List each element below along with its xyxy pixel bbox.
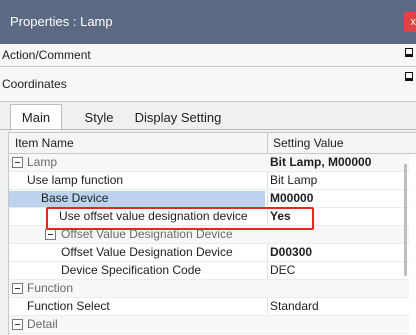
collapse-icon[interactable]: [45, 229, 56, 240]
expand-icon[interactable]: [405, 72, 413, 81]
column-header-item-name: Item Name: [15, 136, 74, 150]
row-name: Function Select: [27, 299, 110, 313]
collapse-icon[interactable]: [12, 157, 23, 168]
section-label: Action/Comment: [2, 48, 91, 62]
vertical-scrollbar[interactable]: [404, 164, 407, 276]
property-grid: Item Name Setting Value Lamp Bit Lamp, M…: [8, 132, 416, 335]
row-value[interactable]: Bit Lamp: [270, 173, 317, 187]
section-coordinates[interactable]: Coordinates: [0, 67, 416, 102]
tab-style[interactable]: Style: [68, 105, 130, 130]
expand-icon[interactable]: [405, 48, 413, 57]
tab-bar: Main Style Display Setting: [0, 102, 416, 131]
tab-main[interactable]: Main: [10, 104, 62, 131]
row-name: Base Device: [9, 191, 265, 207]
row-value[interactable]: Standard: [270, 299, 319, 313]
row-value: Bit Lamp, M00000: [270, 155, 372, 169]
section-label: Coordinates: [2, 77, 67, 91]
row-name: Lamp: [27, 155, 58, 169]
collapse-icon[interactable]: [12, 319, 23, 330]
window-title: Properties : Lamp: [10, 14, 113, 29]
row-name: Device Specification Code: [61, 263, 202, 277]
tab-display-setting[interactable]: Display Setting: [132, 105, 224, 130]
column-divider[interactable]: [267, 133, 268, 153]
property-row[interactable]: Offset Value Designation Device D00300: [9, 244, 409, 262]
category-row-lamp[interactable]: Lamp Bit Lamp, M00000: [9, 154, 409, 172]
property-row[interactable]: Function Select Standard: [9, 298, 409, 316]
row-name: Offset Value Designation Device: [61, 245, 233, 259]
column-header-setting-value: Setting Value: [273, 136, 344, 150]
cell-divider: [267, 172, 268, 189]
row-name: Use lamp function: [27, 173, 124, 187]
row-value[interactable]: DEC: [270, 263, 295, 277]
tab-divider: [0, 129, 416, 130]
row-name: Function: [27, 281, 74, 295]
cell-divider: [267, 298, 268, 315]
property-row-selected[interactable]: Base Device M00000: [9, 190, 409, 208]
property-row[interactable]: Use lamp function Bit Lamp: [9, 172, 409, 190]
property-row[interactable]: Device Specification Code DEC: [9, 262, 409, 280]
row-name: Detail: [27, 317, 58, 331]
cell-divider: [267, 190, 268, 207]
cell-divider: [267, 262, 268, 279]
close-button[interactable]: x: [404, 12, 416, 32]
category-row-detail[interactable]: Detail: [9, 316, 409, 334]
grid-header: Item Name Setting Value: [9, 133, 416, 154]
category-row-function[interactable]: Function: [9, 280, 409, 298]
title-bar: Properties : Lamp x: [0, 0, 416, 44]
collapse-icon[interactable]: [12, 283, 23, 294]
row-value[interactable]: D00300: [270, 245, 312, 259]
row-value[interactable]: M00000: [270, 191, 313, 205]
section-action-comment[interactable]: Action/Comment: [0, 44, 416, 67]
highlight-box: [46, 207, 314, 230]
cell-divider: [267, 244, 268, 261]
